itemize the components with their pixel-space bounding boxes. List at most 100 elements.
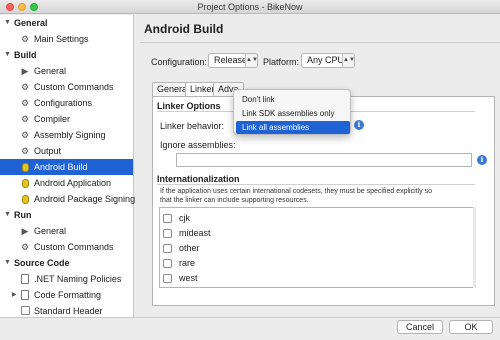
options-sidebar: ▼ General ⚙ Main Settings ▼ Build ▶ Gene… (0, 15, 136, 317)
checkbox[interactable] (163, 259, 172, 268)
document-icon (21, 290, 29, 300)
codesets-list[interactable]: cjk mideast other rare west (159, 207, 474, 288)
android-icon (22, 163, 29, 172)
info-icon[interactable]: i (477, 155, 487, 165)
minimize-window-button[interactable] (18, 3, 26, 11)
sidebar-item-label: Android Application (34, 178, 112, 188)
header-divider (140, 42, 500, 43)
linker-behavior-menu: Don't link Link SDK assemblies only Link… (233, 89, 351, 135)
platform-value: Any CPU (307, 55, 345, 65)
list-scrollbar[interactable] (473, 207, 476, 288)
sidebar-item-run-custom-commands[interactable]: ⚙ Custom Commands (0, 239, 133, 255)
checkbox[interactable] (163, 229, 172, 238)
checkbox[interactable] (163, 214, 172, 223)
list-item-label: west (179, 273, 198, 283)
sidebar-item-output[interactable]: ⚙ Output (0, 143, 133, 159)
footer-divider (0, 317, 500, 318)
configuration-label: Configuration: (151, 57, 208, 67)
title-bar: Project Options - BikeNow (0, 0, 500, 14)
menu-item-link-sdk-only[interactable]: Link SDK assemblies only (236, 107, 350, 120)
sidebar-item-android-application[interactable]: Android Application (0, 175, 133, 191)
disclosure-open-icon[interactable]: ▼ (4, 15, 11, 31)
menu-item-dont-link[interactable]: Don't link (236, 93, 350, 106)
sidebar-item-compiler[interactable]: ⚙ Compiler (0, 111, 133, 127)
sidebar-item-android-package-signing[interactable]: Android Package Signing (0, 191, 136, 207)
chevron-updown-icon: ▲▼ (245, 54, 258, 67)
document-icon (21, 274, 29, 284)
gear-icon: ⚙ (20, 98, 30, 108)
box-icon (21, 306, 30, 315)
list-item-label: mideast (179, 228, 211, 238)
android-icon (22, 195, 29, 204)
sidebar-item-code-formatting[interactable]: ▶ Code Formatting (0, 287, 133, 303)
ignore-assemblies-label: Ignore assemblies: (160, 140, 236, 150)
sidebar-item-label: Configurations (34, 98, 93, 108)
ok-button[interactable]: OK (449, 320, 493, 334)
configuration-value: Release (214, 55, 248, 65)
sidebar-item-label: Android Package Signing (34, 194, 136, 204)
sidebar-item-label: Code Formatting (34, 290, 102, 300)
sidebar-item-label: General (34, 66, 67, 76)
sidebar-item-label: General (34, 226, 67, 236)
gear-icon: ⚙ (20, 146, 30, 156)
sidebar-item-label: .NET Naming Policies (34, 274, 122, 284)
checkbox[interactable] (163, 274, 172, 283)
disclosure-open-icon[interactable]: ▼ (4, 47, 11, 63)
sidebar-item-label: Custom Commands (34, 82, 114, 92)
configuration-select[interactable]: Release ▲▼ (208, 53, 258, 68)
sidebar-section-label: Build (14, 50, 37, 60)
sidebar-item-label: Main Settings (34, 34, 89, 44)
sidebar-item-naming-policies[interactable]: .NET Naming Policies (0, 271, 133, 287)
sidebar-section-label: General (14, 18, 48, 28)
sidebar-item-android-build[interactable]: Android Build (0, 159, 133, 175)
list-item-label: other (179, 243, 200, 253)
platform-label: Platform: (263, 57, 300, 67)
sidebar-item-run-general[interactable]: ▶ General (0, 223, 133, 239)
disclosure-closed-icon[interactable]: ▶ (12, 287, 17, 303)
sidebar-section-run[interactable]: ▼ Run (0, 207, 133, 223)
list-item-label: cjk (179, 213, 190, 223)
internationalization-heading: Internationalization (157, 174, 240, 184)
gear-icon: ⚙ (20, 130, 30, 140)
sidebar-item-label: Custom Commands (34, 242, 114, 252)
android-icon (22, 179, 29, 188)
sidebar-section-general[interactable]: ▼ General (0, 15, 133, 31)
linker-behavior-label: Linker behavior: (160, 121, 225, 131)
list-item-label: rare (179, 258, 196, 268)
menu-item-link-all[interactable]: Link all assemblies (236, 121, 350, 134)
sidebar-item-label: Output (34, 146, 62, 156)
checkbox[interactable] (163, 244, 172, 253)
sidebar-item-label: Android Build (34, 162, 88, 172)
play-icon: ▶ (21, 66, 29, 76)
play-icon: ▶ (21, 226, 29, 236)
close-window-button[interactable] (6, 3, 14, 11)
internationalization-description: If the application uses certain internat… (160, 188, 432, 204)
window-title: Project Options - BikeNow (197, 2, 303, 12)
platform-select[interactable]: Any CPU ▲▼ (301, 53, 355, 68)
sidebar-section-label: Source Code (14, 258, 70, 268)
gear-icon: ⚙ (20, 242, 30, 252)
gear-icon: ⚙ (20, 114, 30, 124)
info-icon[interactable]: i (354, 120, 364, 130)
cancel-button[interactable]: Cancel (397, 320, 443, 334)
disclosure-open-icon[interactable]: ▼ (4, 255, 11, 271)
sidebar-item-assembly-signing[interactable]: ⚙ Assembly Signing (0, 127, 133, 143)
section-divider (157, 184, 475, 185)
linker-options-heading: Linker Options (157, 101, 221, 111)
sidebar-item-label: Compiler (34, 114, 71, 124)
page-title: Android Build (144, 22, 224, 36)
gear-icon: ⚙ (20, 34, 30, 44)
sidebar-item-configurations[interactable]: ⚙ Configurations (0, 95, 133, 111)
sidebar-section-build[interactable]: ▼ Build (0, 47, 133, 63)
sidebar-item-build-custom-commands[interactable]: ⚙ Custom Commands (0, 79, 133, 95)
disclosure-open-icon[interactable]: ▼ (4, 207, 11, 223)
sidebar-item-build-general[interactable]: ▶ General (0, 63, 133, 79)
gear-icon: ⚙ (20, 82, 30, 92)
chevron-updown-icon: ▲▼ (342, 54, 355, 67)
sidebar-item-label: Assembly Signing (34, 130, 106, 140)
sidebar-section-source-code[interactable]: ▼ Source Code (0, 255, 133, 271)
ignore-assemblies-field[interactable] (176, 153, 472, 167)
sidebar-item-main-settings[interactable]: ⚙ Main Settings (0, 31, 133, 47)
sidebar-section-label: Run (14, 210, 32, 220)
zoom-window-button[interactable] (30, 3, 38, 11)
